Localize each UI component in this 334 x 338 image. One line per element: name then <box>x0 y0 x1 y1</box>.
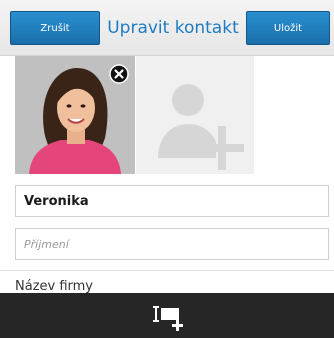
remove-photo-button[interactable] <box>108 63 130 85</box>
add-field-button[interactable] <box>152 303 186 333</box>
company-name-field[interactable]: Název firmy <box>15 279 93 294</box>
title-bar: Zrušit Upravit kontakt Uložit <box>0 0 334 56</box>
add-photo-button[interactable] <box>136 56 254 174</box>
save-button[interactable]: Uložit <box>246 11 330 45</box>
divider <box>0 270 334 271</box>
add-field-icon <box>153 306 183 331</box>
last-name-field[interactable]: Příjmení <box>15 228 329 260</box>
add-contact-icon <box>158 84 244 170</box>
first-name-field[interactable]: Veronika <box>15 185 329 217</box>
page-title: Upravit kontakt <box>107 17 239 38</box>
close-icon <box>109 64 129 84</box>
cancel-button[interactable]: Zrušit <box>10 11 100 45</box>
